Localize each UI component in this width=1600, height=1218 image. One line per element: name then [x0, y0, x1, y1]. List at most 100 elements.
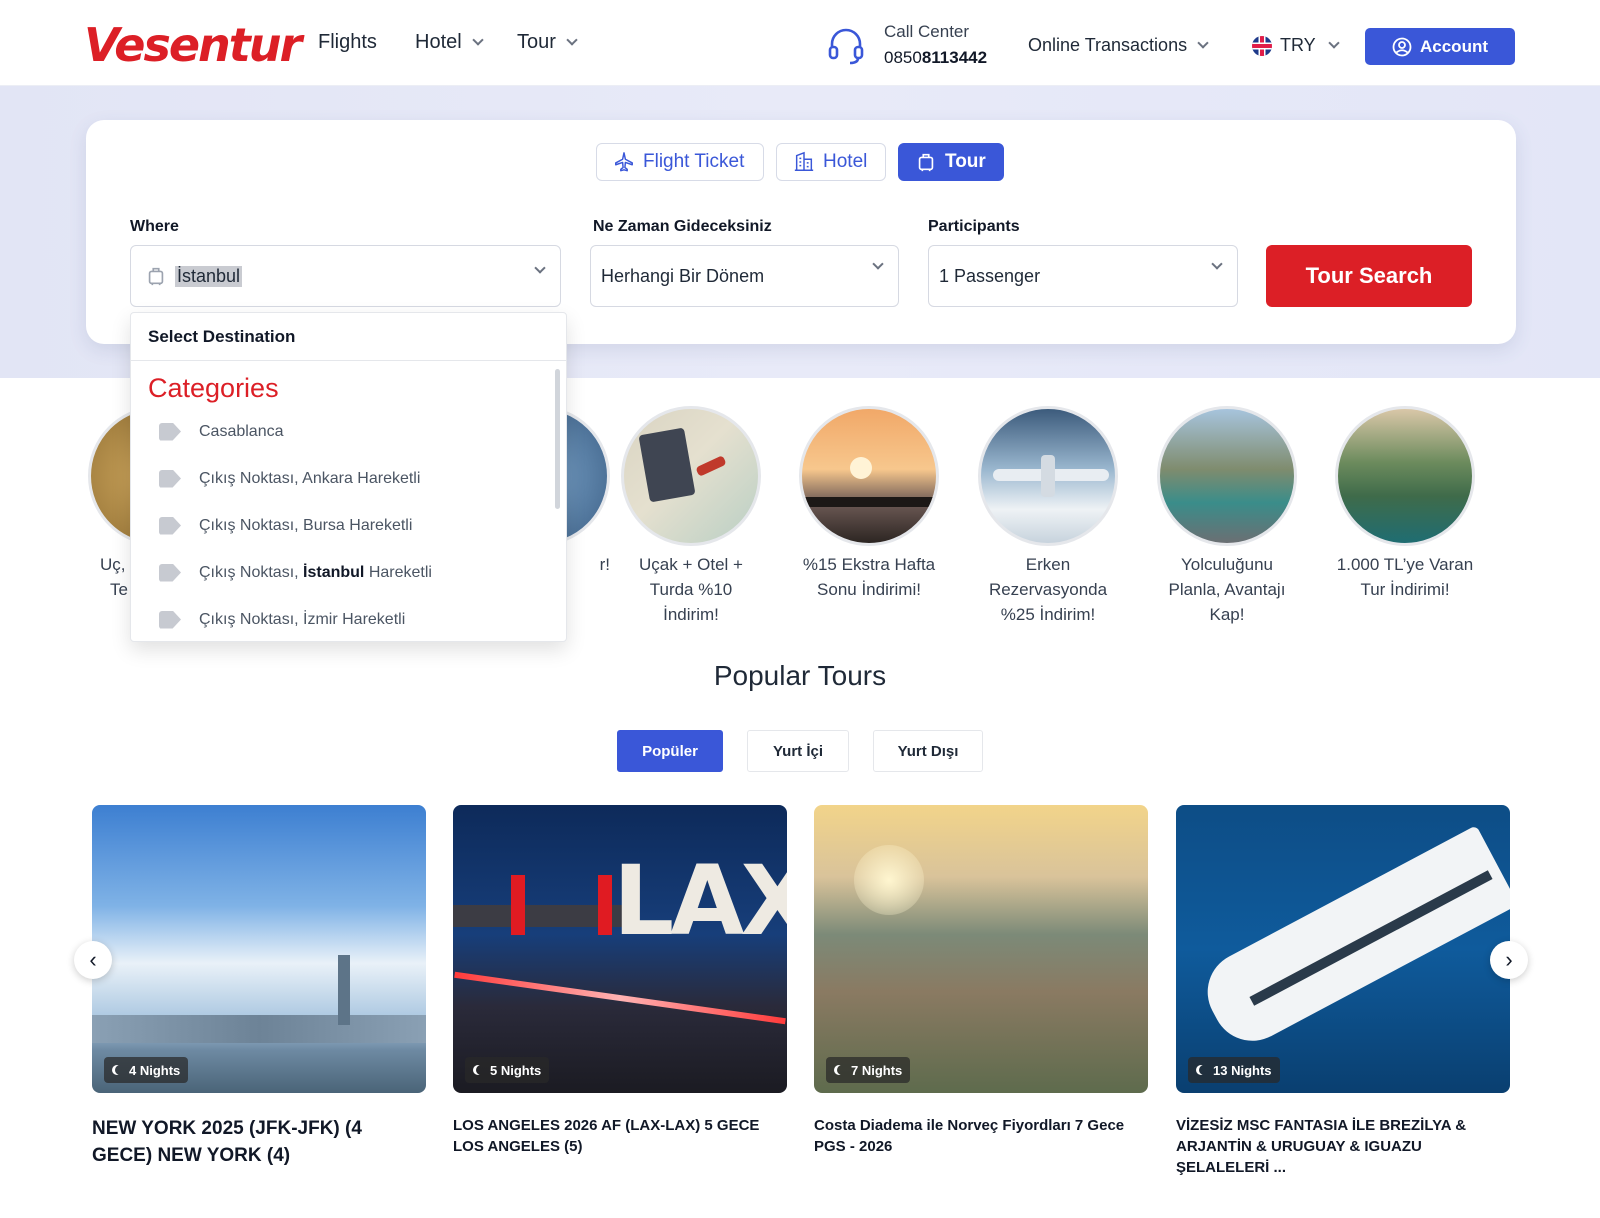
moon-icon: [837, 1065, 847, 1075]
account-label: Account: [1420, 36, 1488, 56]
nav-tour-label: Tour: [517, 31, 556, 53]
airplane-icon: [615, 152, 633, 172]
search-tabs: Flight Ticket Hotel Tour: [0, 143, 1600, 181]
tour-card-image: 7 Nights: [814, 805, 1148, 1093]
tour-card-title: NEW YORK 2025 (JFK-JFK) (4 GECE) NEW YOR…: [92, 1118, 362, 1166]
dropdown-item-label: Casablanca: [199, 422, 284, 440]
dropdown-scrollbar[interactable]: [555, 369, 560, 509]
tour-search-button[interactable]: Tour Search: [1266, 245, 1472, 307]
tab-yurt-ici[interactable]: Yurt İçi: [747, 730, 849, 772]
promo-text: %15 Ekstra Hafta Sonu İndirimi!: [802, 555, 936, 599]
tag-icon: [159, 610, 181, 629]
building-icon: [794, 151, 814, 171]
tab-tour-label: Tour: [945, 151, 986, 172]
chevron-down-icon: [566, 33, 578, 46]
nav-hotel[interactable]: Hotel: [415, 31, 484, 54]
promo-item[interactable]: %15 Ekstra Hafta Sonu İndirimi!: [799, 406, 939, 602]
online-transactions-menu[interactable]: Online Transactions: [1028, 35, 1209, 56]
dropdown-item[interactable]: Çıkış Noktası, İzmir Hareketli: [131, 596, 566, 641]
chevron-down-icon: [472, 33, 484, 46]
chevron-down-icon: [1328, 36, 1340, 49]
tab-flight-ticket[interactable]: Flight Ticket: [596, 143, 764, 181]
where-value: İstanbul: [175, 265, 243, 287]
tour-card[interactable]: 7 Nights Costa Diadema ile Norveç Fiyord…: [814, 805, 1148, 1157]
tab-flight-ticket-label: Flight Ticket: [643, 151, 745, 172]
promo-item[interactable]: 1.000 TL’ye Varan Tur İndirimi!: [1335, 406, 1475, 602]
promo-text: Erken Rezervasyonda %25 İndirim!: [988, 555, 1108, 624]
nights-badge: 4 Nights: [104, 1057, 189, 1083]
chevron-down-icon: [1197, 36, 1209, 49]
tour-card[interactable]: 13 Nights VİZESİZ MSC FANTASIA İLE BREZİ…: [1176, 805, 1510, 1178]
participants-select[interactable]: 1 Passenger: [928, 245, 1238, 307]
moon-icon: [1199, 1065, 1209, 1075]
tag-icon: [159, 563, 181, 582]
currency-label: TRY: [1280, 35, 1316, 55]
nav-flights[interactable]: Flights: [318, 31, 377, 54]
nights-label: 5 Nights: [490, 1062, 542, 1078]
dropdown-item-label: Çıkış Noktası, İzmir Hareketli: [199, 610, 406, 628]
chevron-down-icon: [1211, 258, 1223, 270]
luggage-icon: [918, 153, 934, 172]
chevron-left-icon: ‹: [89, 947, 97, 972]
tour-card[interactable]: 4 Nights NEW YORK 2025 (JFK-JFK) (4 GECE…: [92, 805, 426, 1169]
dropdown-item[interactable]: Casablanca: [131, 408, 566, 455]
dropdown-category-title: Categories: [148, 373, 279, 403]
participants-label: Participants: [928, 218, 1020, 235]
promo-text: Uçak + Otel + Turda %10 İndirim!: [639, 555, 743, 624]
tour-card-title: Costa Diadema ile Norveç Fiyordları 7 Ge…: [814, 1117, 1125, 1155]
promo-item[interactable]: Erken Rezervasyonda %25 İndirim!: [978, 406, 1118, 627]
where-label: Where: [130, 218, 179, 235]
nights-badge: 13 Nights: [1188, 1057, 1280, 1083]
promo-item[interactable]: Yolculuğunu Planla, Avantajı Kap!: [1157, 406, 1297, 627]
when-select[interactable]: Herhangi Bir Dönem: [590, 245, 899, 307]
tour-card-image: 13 Nights: [1176, 805, 1510, 1093]
headset-icon: [828, 28, 864, 65]
tag-icon: [159, 469, 181, 488]
when-label: Ne Zaman Gideceksiniz: [593, 218, 772, 235]
nav-tour[interactable]: Tour: [517, 31, 578, 54]
carousel-prev-button[interactable]: ‹: [74, 941, 112, 979]
account-button[interactable]: Account: [1365, 28, 1515, 65]
promo-image: [1157, 406, 1297, 546]
tab-yurt-disi[interactable]: Yurt Dışı: [873, 730, 983, 772]
when-value: Herhangi Bir Dönem: [601, 265, 765, 286]
dropdown-item-label-pre: Çıkış Noktası,: [199, 563, 304, 581]
nights-label: 7 Nights: [851, 1062, 903, 1078]
dropdown-item[interactable]: Çıkış Noktası, İstanbul Hareketli: [131, 549, 566, 596]
currency-selector[interactable]: TRY: [1252, 35, 1340, 56]
tour-card-title: LOS ANGELES 2026 AF (LAX-LAX) 5 GECE LOS…: [453, 1117, 760, 1155]
tab-tour[interactable]: Tour: [898, 143, 1004, 181]
nav-hotel-label: Hotel: [415, 31, 462, 53]
uk-flag-icon: [1252, 35, 1272, 56]
dropdown-header: Select Destination: [131, 313, 566, 361]
online-transactions-label: Online Transactions: [1028, 35, 1188, 55]
chevron-down-icon: [534, 262, 546, 274]
participants-value: 1 Passenger: [939, 265, 1041, 286]
promo-item[interactable]: Uçak + Otel + Turda %10 İndirim!: [621, 406, 761, 627]
dropdown-item-label: Çıkış Noktası, Bursa Hareketli: [199, 516, 413, 534]
call-center-label: Call Center: [884, 22, 970, 41]
popular-tours-title: Popular Tours: [713, 660, 887, 691]
tab-hotel-label: Hotel: [823, 151, 868, 172]
chevron-down-icon: [872, 258, 884, 270]
user-circle-icon: [1392, 37, 1412, 56]
tour-card[interactable]: LAX 5 Nights LOS ANGELES 2026 AF (LAX-LA…: [453, 805, 787, 1157]
chevron-right-icon: ›: [1505, 947, 1513, 972]
call-center-number[interactable]: 08508113442: [884, 48, 987, 68]
dropdown-item-match: İstanbul: [303, 563, 365, 581]
moon-icon: [115, 1065, 125, 1075]
tab-populer[interactable]: Popüler: [617, 730, 723, 772]
tour-card-title: VİZESİZ MSC FANTASIA İLE BREZİLYA & ARJA…: [1176, 1117, 1467, 1176]
promo-image: [1335, 406, 1475, 546]
luggage-icon: [148, 267, 164, 286]
dropdown-item[interactable]: Çıkış Noktası, Bursa Hareketli: [131, 502, 566, 549]
promo-text: Yolculuğunu Planla, Avantajı Kap!: [1168, 555, 1286, 624]
brand-logo[interactable]: Vesentur: [84, 16, 302, 74]
nights-badge: 5 Nights: [465, 1057, 550, 1083]
tab-hotel[interactable]: Hotel: [776, 143, 886, 181]
dropdown-item[interactable]: Çıkış Noktası, Ankara Hareketli: [131, 455, 566, 502]
where-field[interactable]: İstanbul: [130, 245, 561, 307]
call-center-number-prefix: 0850: [884, 48, 922, 67]
carousel-next-button[interactable]: ›: [1490, 941, 1528, 979]
moon-icon: [476, 1065, 486, 1075]
